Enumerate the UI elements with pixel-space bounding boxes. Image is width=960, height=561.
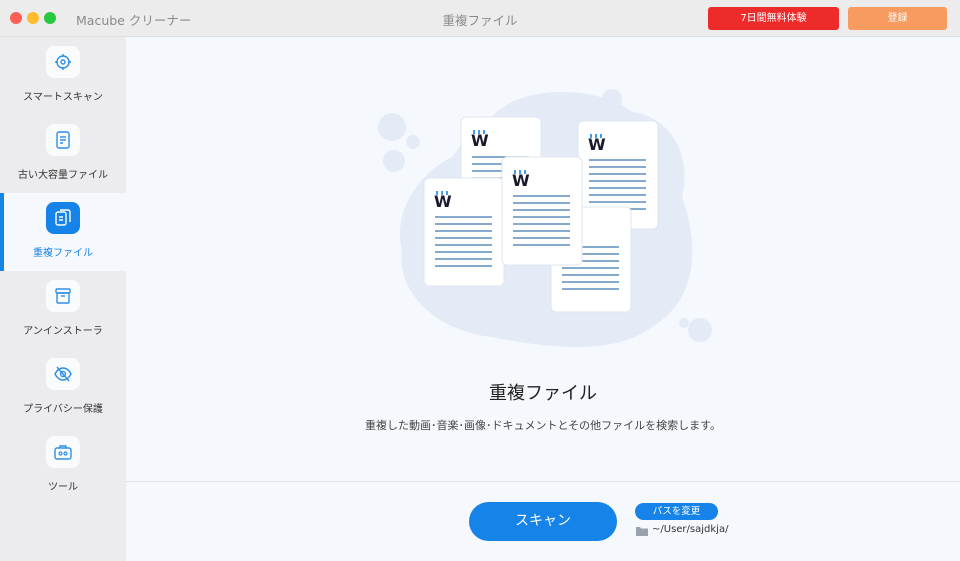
free-trial-button[interactable]: 7日間無料体験 xyxy=(708,7,839,30)
sidebar-item-large-old-files[interactable]: 古い大容量ファイル xyxy=(0,115,126,193)
sidebar-item-label: ツール xyxy=(48,482,78,493)
close-window-button[interactable] xyxy=(10,12,22,24)
sidebar-item-label: アンインストーラ xyxy=(23,326,103,337)
sidebar-item-tools[interactable]: ツール xyxy=(0,427,126,505)
duplicate-files-illustration: W W W W xyxy=(378,89,712,347)
sidebar-item-smart-scan[interactable]: スマートスキャン xyxy=(0,37,126,115)
zoom-window-button[interactable] xyxy=(44,12,56,24)
page-title: 重複ファイル xyxy=(489,383,597,404)
main-content: W W W W 重複ファイル 重複した動画･音楽･画像･ドキュメントとその他ファ… xyxy=(126,37,960,561)
change-path-button[interactable]: パスを変更 xyxy=(635,503,718,520)
minimize-window-button[interactable] xyxy=(27,12,39,24)
folder-icon xyxy=(636,527,648,536)
divider xyxy=(126,481,960,482)
scan-path: ~/User/sajdkja/ xyxy=(652,524,729,535)
duplicate-files-icon xyxy=(46,202,80,234)
sidebar-item-label: 古い大容量ファイル xyxy=(18,170,108,181)
sidebar-item-label: スマートスキャン xyxy=(23,92,103,103)
sidebar-item-label: プライバシー保護 xyxy=(23,404,103,415)
crosshair-icon xyxy=(46,46,80,78)
document-icon xyxy=(46,124,80,156)
title-bar: Macube クリーナー 重複ファイル 7日間無料体験 登録 xyxy=(0,0,960,37)
sidebar-item-uninstaller[interactable]: アンインストーラ xyxy=(0,271,126,349)
box-icon xyxy=(46,280,80,312)
sidebar-item-privacy[interactable]: プライバシー保護 xyxy=(0,349,126,427)
eye-slash-icon xyxy=(46,358,80,390)
sidebar-item-label: 重複ファイル xyxy=(33,248,93,259)
register-button[interactable]: 登録 xyxy=(848,7,947,30)
page-description: 重複した動画･音楽･画像･ドキュメントとその他ファイルを検索します。 xyxy=(364,419,722,432)
sidebar-item-duplicate-files[interactable]: 重複ファイル xyxy=(0,193,126,271)
scan-button[interactable]: スキャン xyxy=(469,502,617,541)
sidebar: スマートスキャン 古い大容量ファイル 重複ファイル アンインストーラ プライバシ… xyxy=(0,37,126,561)
app-name: Macube クリーナー xyxy=(76,13,192,28)
toolbox-icon xyxy=(46,436,80,468)
